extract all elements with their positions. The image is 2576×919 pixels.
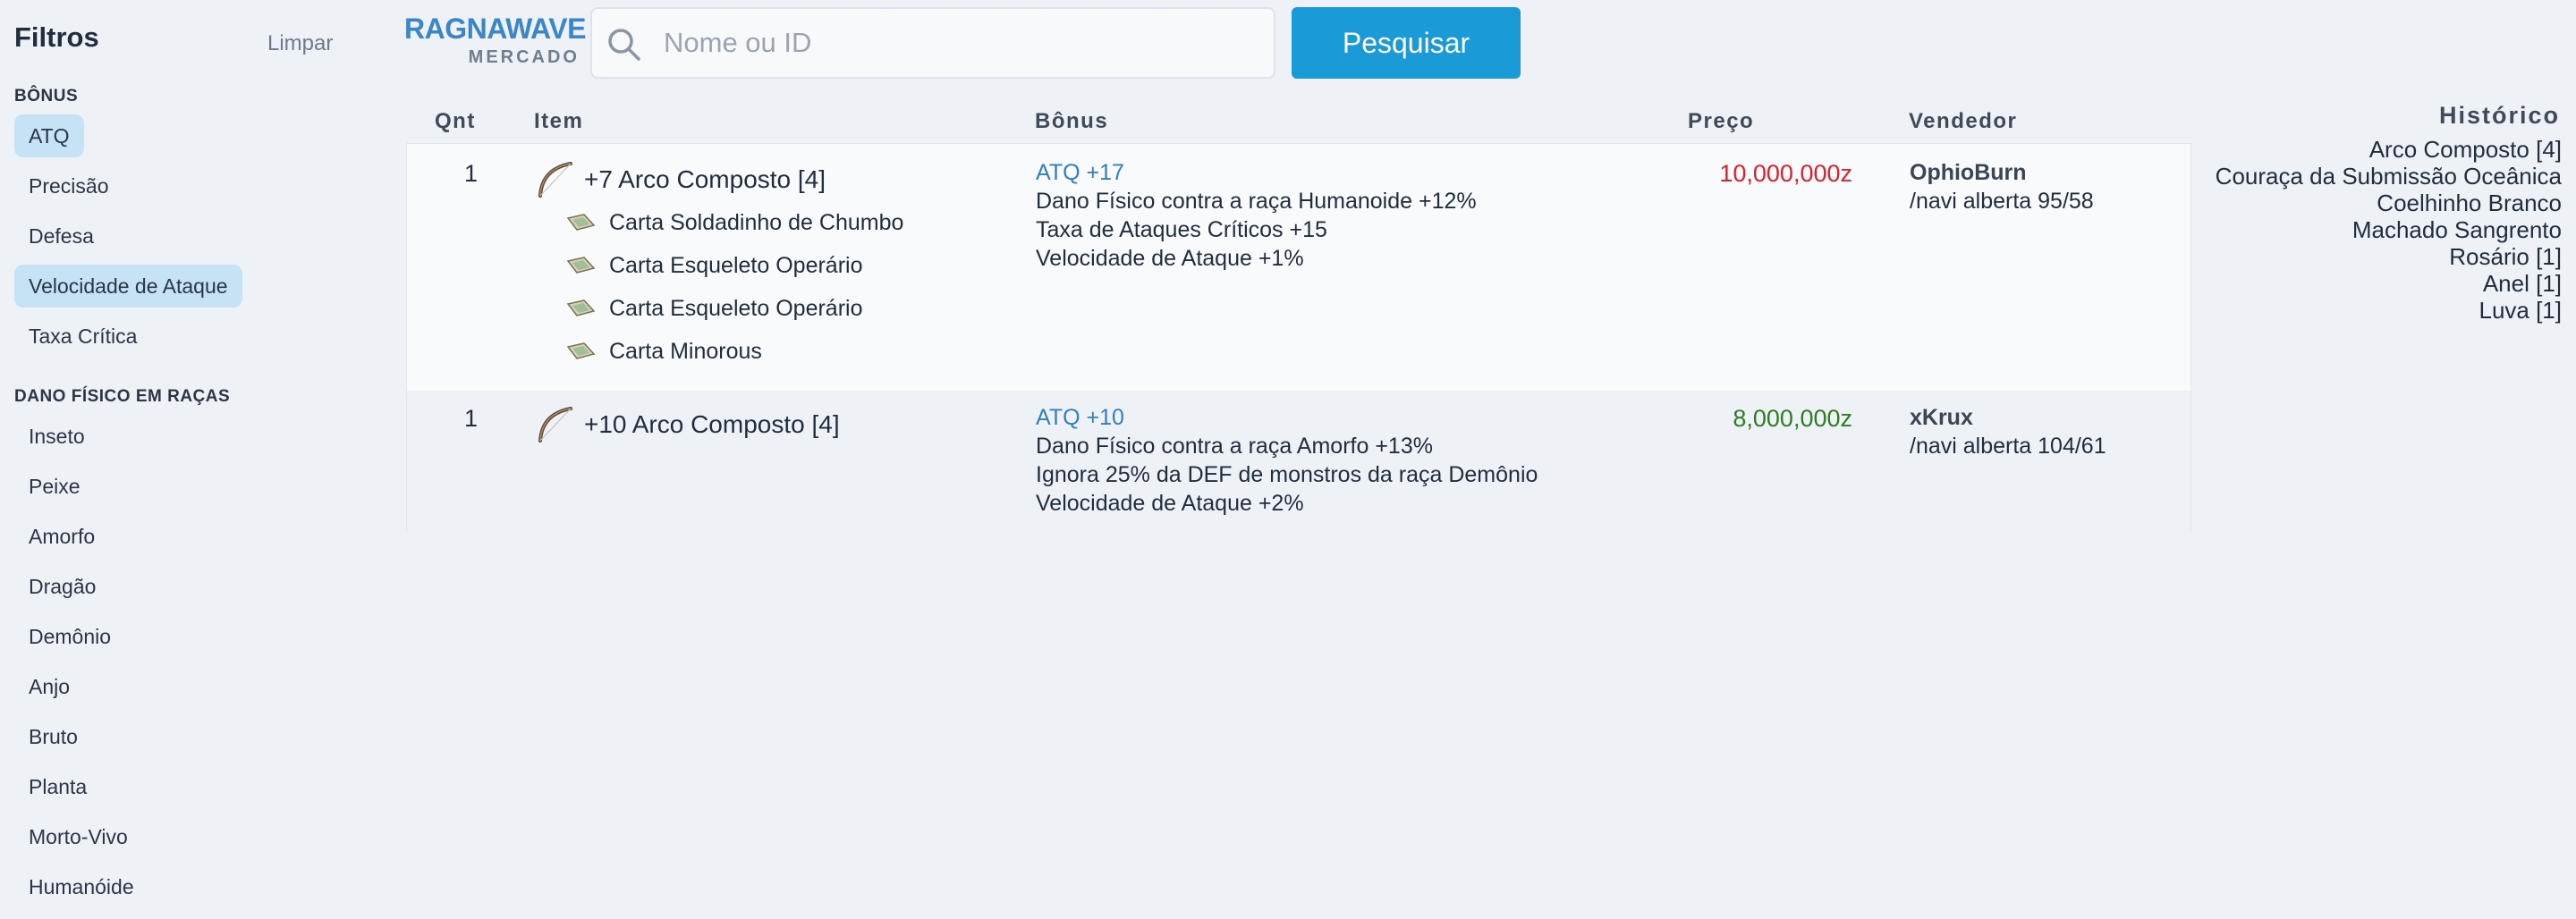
logo[interactable]: RAGNAWAVE MERCADO	[404, 13, 586, 68]
card-icon	[566, 299, 596, 316]
clear-filters-link[interactable]: Limpar	[267, 31, 333, 56]
filter-morto-vivo[interactable]: Morto-Vivo	[14, 815, 142, 858]
history-item[interactable]: Rosário [1]	[2199, 243, 2562, 270]
filter-precisao[interactable]: Precisão	[14, 164, 123, 207]
logo-subtitle: MERCADO	[468, 47, 580, 67]
card-slot[interactable]: Carta Minorous	[609, 339, 762, 365]
row-qty: 1	[464, 405, 479, 432]
bonus-line: Velocidade de Ataque +2%	[1036, 491, 1304, 516]
filter-inseto[interactable]: Inseto	[14, 415, 99, 458]
filter-peixe[interactable]: Peixe	[14, 465, 95, 508]
column-header-vendedor: Vendedor	[1909, 109, 2018, 133]
column-header-qnt: Qnt	[435, 109, 476, 133]
item-price: 10,000,000z	[1719, 160, 1852, 187]
item-price: 8,000,000z	[1733, 405, 1852, 432]
filter-bruto[interactable]: Bruto	[14, 715, 92, 758]
filters-title: Filtros	[14, 21, 99, 53]
seller-info: OphioBurn /navi alberta 95/58	[1910, 158, 2094, 215]
bonus-line: Dano Físico contra a raça Amorfo +13%	[1036, 434, 1433, 459]
filter-humanoide[interactable]: Humanóide	[14, 865, 148, 908]
card-slot[interactable]: Carta Soldadinho de Chumbo	[609, 210, 903, 236]
filter-amorfo[interactable]: Amorfo	[14, 515, 109, 558]
filter-velocidade-de-ataque[interactable]: Velocidade de Ataque	[14, 265, 242, 308]
seller-name[interactable]: OphioBurn	[1910, 158, 2094, 187]
filter-anjo[interactable]: Anjo	[14, 665, 84, 708]
column-header-preco: Preço	[1688, 109, 1755, 133]
bonus-line: Dano Físico contra a raça Humanoide +12%	[1036, 189, 1477, 214]
bonus-line: ATQ +17	[1036, 160, 1124, 185]
listings-table: 1 +7 Arco Composto [4] Carta Soldadinho …	[406, 143, 2191, 534]
search-icon	[608, 29, 640, 61]
card-icon	[566, 214, 596, 231]
history-item[interactable]: Arco Composto [4]	[2199, 136, 2562, 163]
table-row[interactable]: 1 +10 Arco Composto [4] ATQ +10 Dano Fís…	[407, 391, 2190, 534]
item-name[interactable]: +7 Arco Composto [4]	[584, 165, 826, 194]
card-icon	[566, 257, 596, 274]
filter-defesa[interactable]: Defesa	[14, 215, 108, 257]
seller-info: xKrux /navi alberta 104/61	[1910, 403, 2106, 460]
history-item[interactable]: Luva [1]	[2199, 297, 2562, 324]
card-slot[interactable]: Carta Esqueleto Operário	[609, 253, 862, 279]
bow-icon	[538, 162, 572, 198]
card-slot[interactable]: Carta Esqueleto Operário	[609, 296, 862, 322]
seller-location[interactable]: /navi alberta 95/58	[1910, 187, 2094, 215]
seller-name[interactable]: xKrux	[1910, 403, 2106, 432]
search-box	[590, 7, 1275, 79]
filter-taxa-critica[interactable]: Taxa Crítica	[14, 315, 151, 358]
bonus-line: Taxa de Ataques Críticos +15	[1036, 217, 1327, 242]
row-qty: 1	[464, 160, 479, 187]
column-header-bonus: Bônus	[1035, 109, 1109, 133]
card-icon	[566, 342, 596, 359]
table-row[interactable]: 1 +7 Arco Composto [4] Carta Soldadinho …	[407, 144, 2190, 391]
history-item[interactable]: Anel [1]	[2199, 270, 2562, 297]
bonus-list: ATQ +17 Dano Físico contra a raça Humano…	[1036, 158, 1477, 273]
history-title: Histórico	[2438, 102, 2560, 129]
section-title-dano-fisico: DANO FÍSICO EM RAÇAS	[14, 387, 231, 406]
search-button[interactable]: Pesquisar	[1292, 7, 1521, 79]
filter-demonio[interactable]: Demônio	[14, 615, 125, 658]
bow-icon	[538, 407, 572, 443]
bonus-line: Velocidade de Ataque +1%	[1036, 246, 1304, 271]
item-name[interactable]: +10 Arco Composto [4]	[584, 410, 840, 439]
logo-title: RAGNAWAVE	[404, 13, 586, 45]
column-header-item: Item	[534, 109, 584, 133]
bonus-list: ATQ +10 Dano Físico contra a raça Amorfo…	[1036, 403, 1538, 518]
filter-atq[interactable]: ATQ	[14, 114, 84, 157]
history-list: Arco Composto [4] Couraça da Submissão O…	[2199, 136, 2562, 324]
search-input[interactable]	[664, 9, 1263, 77]
seller-location[interactable]: /navi alberta 104/61	[1910, 432, 2106, 460]
history-item[interactable]: Coelhinho Branco	[2199, 190, 2562, 216]
filter-planta[interactable]: Planta	[14, 765, 101, 808]
bonus-line: Ignora 25% da DEF de monstros da raça De…	[1036, 462, 1538, 487]
history-item[interactable]: Couraça da Submissão Oceânica	[2199, 163, 2562, 190]
bonus-line: ATQ +10	[1036, 405, 1124, 430]
history-item[interactable]: Machado Sangrento	[2199, 216, 2562, 243]
section-title-bonus: BÔNUS	[14, 87, 79, 105]
filters-sidebar: Filtros Limpar BÔNUS ATQ Precisão Defesa…	[0, 0, 376, 919]
filter-dragao[interactable]: Dragão	[14, 565, 110, 608]
